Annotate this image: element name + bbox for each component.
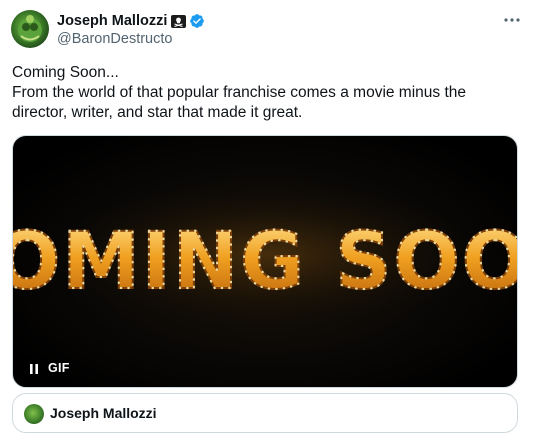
pirate-flag-icon: [171, 14, 187, 28]
tweet-text-line: director, writer, and star that made it …: [12, 104, 303, 121]
quoted-avatar: [24, 404, 44, 424]
tweet-text-line: From the world of that popular franchise…: [12, 84, 467, 101]
quoted-tweet-card[interactable]: Joseph Mallozzi: [12, 393, 518, 433]
avatar-image: [18, 15, 42, 42]
tweet-text: Coming Soon... From the world of that po…: [12, 63, 512, 123]
pause-icon[interactable]: [29, 362, 39, 374]
gif-media[interactable]: COMING SOON COMING SOON GIF: [12, 135, 518, 388]
gif-badge: GIF: [48, 361, 70, 375]
more-options-icon: [504, 18, 520, 22]
gif-controls: GIF: [29, 360, 70, 376]
marquee-bulbs: COMING SOON: [13, 217, 518, 307]
verified-badge-icon[interactable]: [189, 13, 205, 29]
author-avatar[interactable]: [11, 10, 49, 48]
author-display-name[interactable]: Joseph Mallozzi: [57, 13, 167, 29]
quoted-display-name: Joseph Mallozzi: [50, 405, 157, 421]
coming-soon-marquee-image: COMING SOON COMING SOON: [13, 174, 518, 334]
tweet-card: Joseph Mallozzi @BaronDestructo Coming S…: [0, 0, 540, 433]
author-handle[interactable]: @BaronDestructo: [57, 31, 172, 47]
more-options-button[interactable]: [498, 10, 526, 30]
author-name-row: Joseph Mallozzi: [57, 12, 205, 30]
tweet-text-line: Coming Soon...: [12, 64, 119, 81]
